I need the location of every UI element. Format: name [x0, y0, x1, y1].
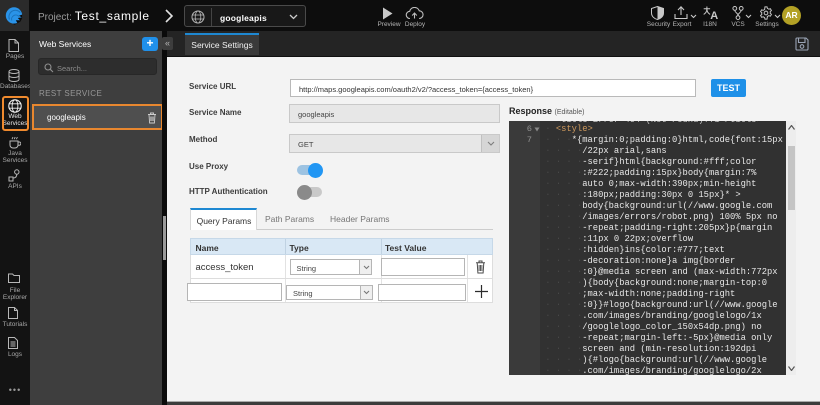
svg-text:A: A	[710, 10, 718, 20]
